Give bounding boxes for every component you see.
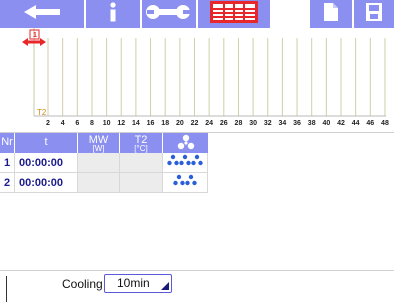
column-header-t2: T2 [°C] [120, 133, 162, 153]
fan-level-icon [173, 173, 197, 193]
x-tick-label: 46 [366, 120, 374, 127]
column-header-nr: Nr [0, 133, 14, 153]
table-view-button[interactable] [198, 0, 270, 28]
back-arrow-icon [22, 4, 62, 25]
x-tick-label: 38 [308, 120, 316, 127]
x-tick-label: 40 [322, 120, 330, 127]
x-tick-label: 44 [352, 120, 360, 127]
row-mw [78, 173, 120, 193]
x-tick-label: 34 [279, 120, 287, 127]
x-tick-label: 12 [117, 120, 125, 127]
column-header-t: t [15, 133, 77, 153]
x-tick-label: 36 [293, 120, 301, 127]
document-button[interactable] [310, 0, 352, 28]
table-row[interactable]: 1 00:00:00 [0, 153, 208, 173]
wrench-icon [145, 3, 193, 26]
save-button[interactable] [354, 0, 394, 28]
fan-icon [177, 134, 195, 153]
row-fan-level[interactable] [163, 173, 208, 193]
table-row[interactable]: 2 00:00:00 [0, 173, 208, 193]
x-tick-label: 2 [46, 120, 50, 127]
x-tick-label: 32 [264, 120, 272, 127]
x-tick-label: 20 [176, 120, 184, 127]
interval-select[interactable]: 10min [104, 274, 172, 293]
graph-canvas: 2 4 6 8 10 12 14 16 18 20 22 24 26 28 30 32 34 36 38 40 42 44… [22, 28, 389, 127]
x-tick-label: 10 [103, 120, 111, 127]
x-tick-label: 42 [337, 120, 345, 127]
series-label-t2: T2 [37, 108, 47, 117]
settings-button[interactable] [142, 0, 196, 28]
column-header-fan [163, 133, 208, 153]
x-tick-label: 28 [235, 120, 243, 127]
scroll-indicator [6, 276, 7, 302]
bottom-bar: Cooling 10min [0, 270, 394, 306]
interval-value: 10min [117, 276, 150, 290]
row-fan-level[interactable] [163, 153, 208, 173]
x-tick-label: 4 [61, 120, 65, 127]
x-tick-label: 6 [75, 120, 79, 127]
table-grid-icon [210, 0, 258, 28]
row-time: 00:00:00 [15, 153, 78, 173]
marker-label: 1 [33, 32, 37, 39]
x-tick-label: 16 [147, 120, 155, 127]
row-time: 00:00:00 [15, 173, 78, 193]
x-tick-label: 8 [90, 120, 94, 127]
temperature-graph: 2 4 6 8 10 12 14 16 18 20 22 24 26 28 30 32 34 36 38 40 42 44… [0, 28, 394, 132]
toolbar [0, 0, 394, 28]
x-tick-label: 14 [132, 120, 140, 127]
x-tick-label: 30 [249, 120, 257, 127]
fan-level-icon [167, 153, 203, 173]
x-tick-label: 24 [205, 120, 213, 127]
info-icon [106, 1, 120, 27]
dropdown-corner-icon [161, 282, 169, 290]
data-table: Nr t MW [W] T2 [°C] 1 00:00:00 2 00:00:0… [0, 132, 394, 270]
x-tick-label: 48 [381, 120, 389, 127]
row-nr: 2 [0, 173, 15, 193]
save-disk-icon [366, 2, 382, 26]
x-tick-label: 18 [161, 120, 169, 127]
row-mw [78, 153, 120, 173]
row-nr: 1 [0, 153, 15, 173]
x-tick-label: 22 [191, 120, 199, 127]
x-tick-label: 26 [220, 120, 228, 127]
info-button[interactable] [86, 0, 140, 28]
back-button[interactable] [0, 0, 84, 28]
document-icon [324, 2, 338, 26]
column-header-mw: MW [W] [78, 133, 119, 153]
row-t2 [120, 153, 163, 173]
row-t2 [120, 173, 163, 193]
mode-label: Cooling [62, 277, 103, 291]
